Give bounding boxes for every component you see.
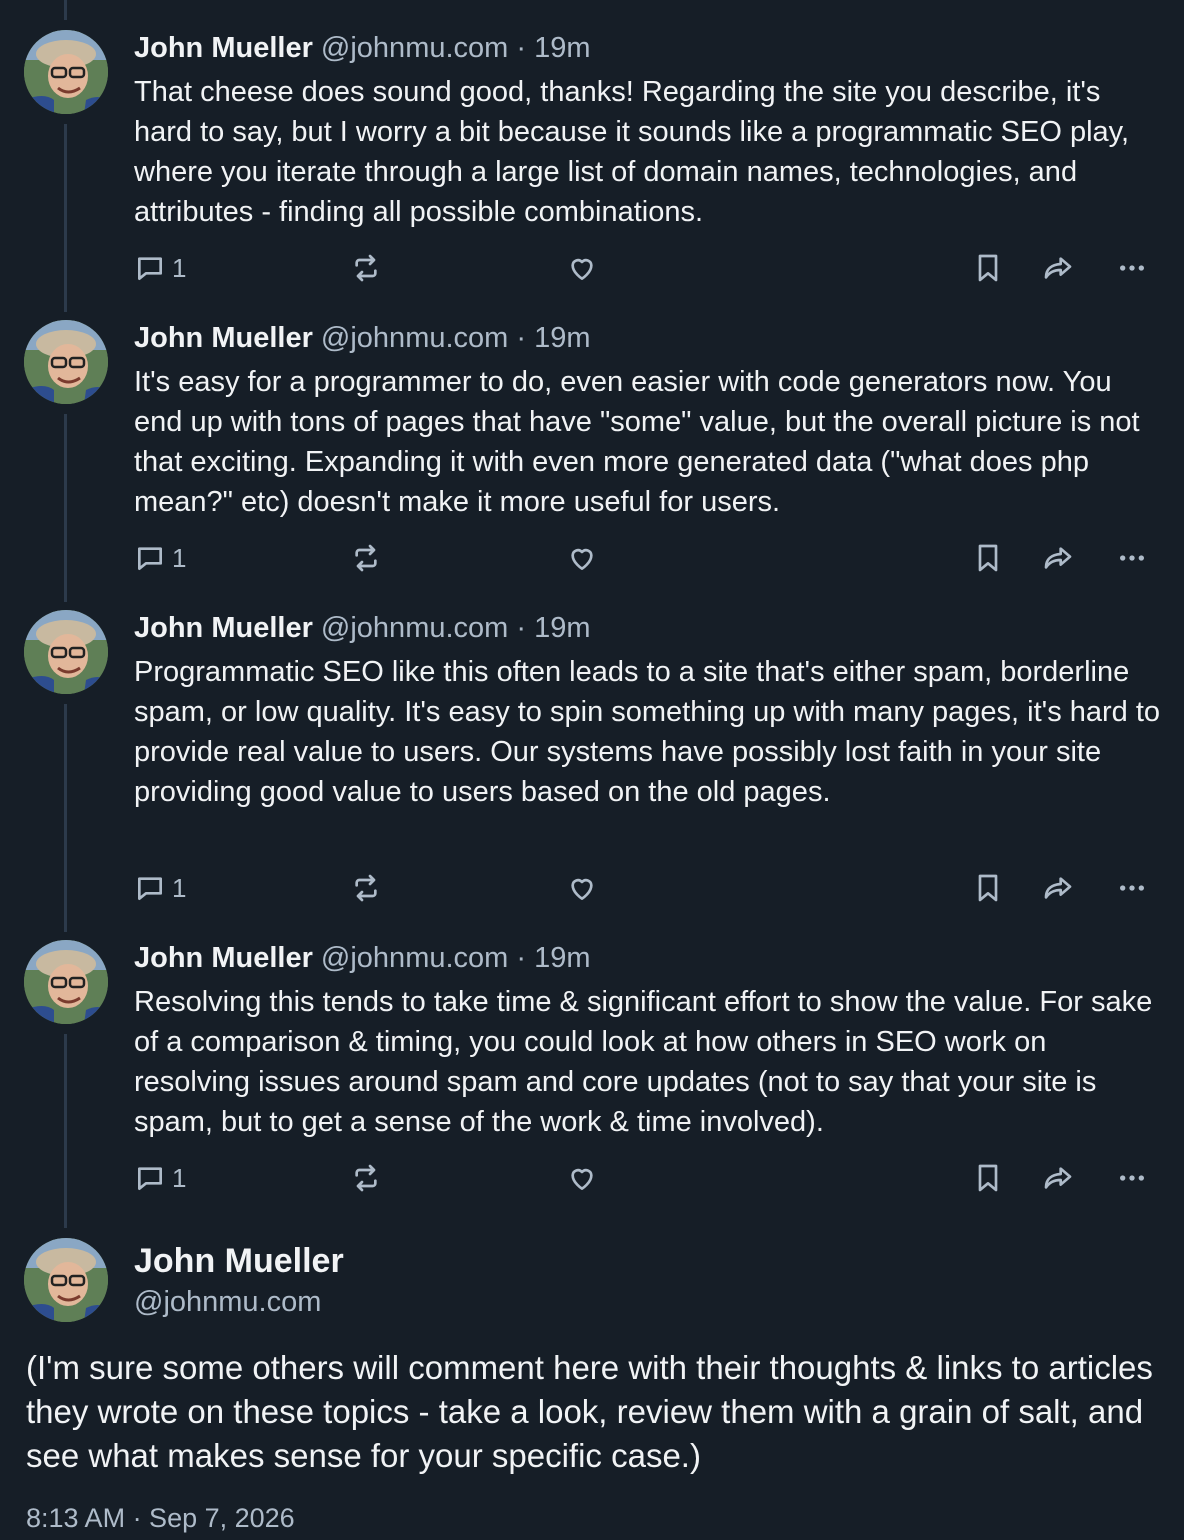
separator: ·: [516, 322, 527, 354]
bookmark-icon: [978, 544, 998, 572]
author-handle[interactable]: @johnmu.com: [321, 32, 508, 64]
avatar-image: [24, 1238, 108, 1322]
author-name[interactable]: John Mueller: [134, 942, 313, 974]
thread-post[interactable]: John Mueller @johnmu.com · 19m It's easy…: [0, 290, 1184, 580]
share-arrow-icon: [1044, 547, 1072, 569]
more-options-button[interactable]: [1116, 538, 1148, 578]
speech-bubble-icon: [138, 547, 162, 570]
bookmark-icon: [978, 874, 998, 902]
avatar-image: [24, 940, 108, 1024]
main-post-avatar[interactable]: [24, 1238, 108, 1322]
main-post-timestamp: 8:13 AM · Sep 7, 2026: [26, 1503, 295, 1533]
ellipsis-icon: [1120, 555, 1144, 561]
share-button[interactable]: [1042, 538, 1074, 578]
main-post-author-handle[interactable]: @johnmu.com: [134, 1284, 321, 1320]
post-header: John Mueller @johnmu.com · 19m: [134, 940, 591, 976]
like-button[interactable]: [566, 248, 598, 288]
speech-bubble-icon: [138, 1167, 162, 1190]
like-button[interactable]: [566, 868, 598, 908]
more-options-button[interactable]: [1116, 248, 1148, 288]
repost-button[interactable]: [350, 538, 382, 578]
post-time[interactable]: 19m: [534, 612, 590, 644]
post-header: John Mueller @johnmu.com · 19m: [134, 610, 591, 646]
reply-button[interactable]: 1: [134, 868, 186, 908]
separator: ·: [516, 942, 527, 974]
post-actions: 1: [134, 248, 1164, 288]
author-handle[interactable]: @johnmu.com: [321, 942, 508, 974]
share-button[interactable]: [1042, 248, 1074, 288]
speech-bubble-icon: [138, 877, 162, 900]
share-arrow-icon: [1044, 877, 1072, 899]
thread-post[interactable]: John Mueller @johnmu.com · 19m That chee…: [0, 0, 1184, 290]
repost-arrows-icon: [355, 874, 377, 902]
avatar[interactable]: [24, 610, 108, 694]
post-text: That cheese does sound good, thanks! Reg…: [134, 76, 1130, 228]
reply-count: 1: [172, 872, 187, 903]
post-time[interactable]: 19m: [534, 32, 590, 64]
ellipsis-icon: [1120, 1175, 1144, 1181]
reply-count: 1: [172, 542, 187, 573]
ellipsis-icon: [1120, 885, 1144, 891]
reply-count: 1: [172, 252, 187, 283]
repost-arrows-icon: [355, 544, 377, 572]
speech-bubble-icon: [138, 257, 162, 280]
author-name[interactable]: John Mueller: [134, 612, 313, 644]
post-header: John Mueller @johnmu.com · 19m: [134, 320, 591, 356]
author-name[interactable]: John Mueller: [134, 322, 313, 354]
post-time[interactable]: 19m: [534, 942, 590, 974]
share-arrow-icon: [1044, 257, 1072, 279]
bookmark-icon: [978, 1164, 998, 1192]
author-name[interactable]: John Mueller: [134, 32, 313, 64]
heart-icon: [571, 1168, 593, 1190]
bookmark-button[interactable]: [972, 1158, 1004, 1198]
avatar-image: [24, 610, 108, 694]
avatar[interactable]: [24, 320, 108, 404]
post-actions: 1: [134, 1158, 1164, 1198]
post-text: It's easy for a programmer to do, even e…: [134, 366, 1140, 518]
ellipsis-icon: [1120, 265, 1144, 271]
thread-page: John Mueller @johnmu.com · 19m That chee…: [0, 0, 1184, 1540]
thread-post[interactable]: John Mueller @johnmu.com · 19m Programma…: [0, 580, 1184, 910]
avatar-image: [24, 320, 108, 404]
avatar-image: [24, 30, 108, 114]
like-button[interactable]: [566, 1158, 598, 1198]
reply-button[interactable]: 1: [134, 538, 186, 578]
bookmark-button[interactable]: [972, 248, 1004, 288]
repost-arrows-icon: [355, 254, 377, 282]
share-arrow-icon: [1044, 1167, 1072, 1189]
author-handle[interactable]: @johnmu.com: [321, 612, 508, 644]
avatar[interactable]: [24, 30, 108, 114]
main-post-author-name[interactable]: John Mueller: [134, 1240, 344, 1282]
more-options-button[interactable]: [1116, 868, 1148, 908]
reply-button[interactable]: 1: [134, 1158, 186, 1198]
author-handle[interactable]: @johnmu.com: [321, 322, 508, 354]
like-button[interactable]: [566, 538, 598, 578]
bookmark-icon: [978, 254, 998, 282]
share-button[interactable]: [1042, 868, 1074, 908]
avatar[interactable]: [24, 940, 108, 1024]
repost-button[interactable]: [350, 248, 382, 288]
repost-arrows-icon: [355, 1164, 377, 1192]
heart-icon: [571, 878, 593, 900]
share-button[interactable]: [1042, 1158, 1074, 1198]
thread-post[interactable]: John Mueller @johnmu.com · 19m Resolving…: [0, 910, 1184, 1210]
separator: ·: [516, 32, 527, 64]
reply-count: 1: [172, 1162, 187, 1193]
repost-button[interactable]: [350, 1158, 382, 1198]
post-text: Programmatic SEO like this often leads t…: [134, 656, 1161, 808]
post-text: Resolving this tends to take time & sign…: [134, 986, 1153, 1138]
separator: ·: [516, 612, 527, 644]
post-header: John Mueller @johnmu.com · 19m: [134, 30, 591, 66]
more-options-button[interactable]: [1116, 1158, 1148, 1198]
main-post-text: (I'm sure some others will comment here …: [26, 1349, 1153, 1474]
bookmark-button[interactable]: [972, 868, 1004, 908]
post-time[interactable]: 19m: [534, 322, 590, 354]
post-actions: 1: [134, 868, 1164, 908]
heart-icon: [571, 258, 593, 280]
bookmark-button[interactable]: [972, 538, 1004, 578]
post-actions: 1: [134, 538, 1164, 578]
reply-button[interactable]: 1: [134, 248, 186, 288]
heart-icon: [571, 548, 593, 570]
repost-button[interactable]: [350, 868, 382, 908]
